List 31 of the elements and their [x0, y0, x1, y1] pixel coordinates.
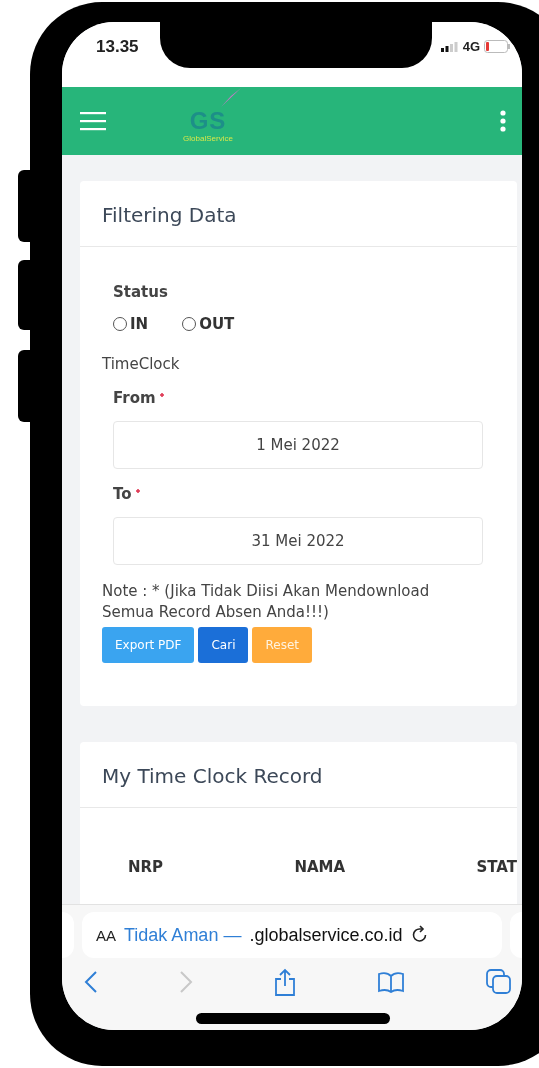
logo-tagline: GlobalService — [183, 133, 233, 143]
network-label: 4G — [462, 39, 480, 54]
address-bar[interactable]: AA Tidak Aman — .globalservice.co.id — [82, 912, 502, 958]
field-label: From — [113, 389, 495, 407]
date-field[interactable]: 1 Mei 2022 — [113, 421, 483, 469]
column-header: NRP — [128, 858, 164, 876]
radio-option[interactable]: IN — [113, 315, 149, 333]
action-button[interactable]: Cari — [198, 627, 249, 663]
status-time: 13.35 — [96, 36, 139, 57]
note-text: Note : * (Jika Tidak Diisi Akan Mendownload Semua Record Absen Anda!!!) — [102, 581, 431, 623]
security-label: Tidak Aman — — [124, 924, 242, 946]
url-text: .globalservice.co.id — [249, 924, 403, 946]
card-title: Filtering Data — [102, 203, 237, 227]
timeclock-label: TimeClock — [102, 355, 181, 373]
book-icon[interactable] — [377, 971, 405, 993]
back-icon[interactable] — [84, 970, 98, 994]
status-label: Status — [113, 283, 169, 301]
field-label: To — [113, 485, 495, 503]
menu-icon[interactable] — [80, 111, 106, 131]
tabs-icon[interactable] — [486, 969, 512, 995]
column-header: NAMA — [294, 858, 346, 876]
column-header: STAT — [476, 858, 517, 876]
card-title: My Time Clock Record — [102, 764, 323, 788]
reload-icon[interactable] — [410, 925, 429, 945]
share-icon[interactable] — [274, 968, 296, 996]
text-size-button[interactable]: AA — [96, 926, 116, 944]
battery-icon — [484, 40, 510, 53]
more-icon[interactable] — [500, 110, 506, 132]
radio-option[interactable]: OUT — [182, 315, 235, 333]
signal-icon — [440, 41, 459, 52]
date-field[interactable]: 31 Mei 2022 — [113, 517, 483, 565]
